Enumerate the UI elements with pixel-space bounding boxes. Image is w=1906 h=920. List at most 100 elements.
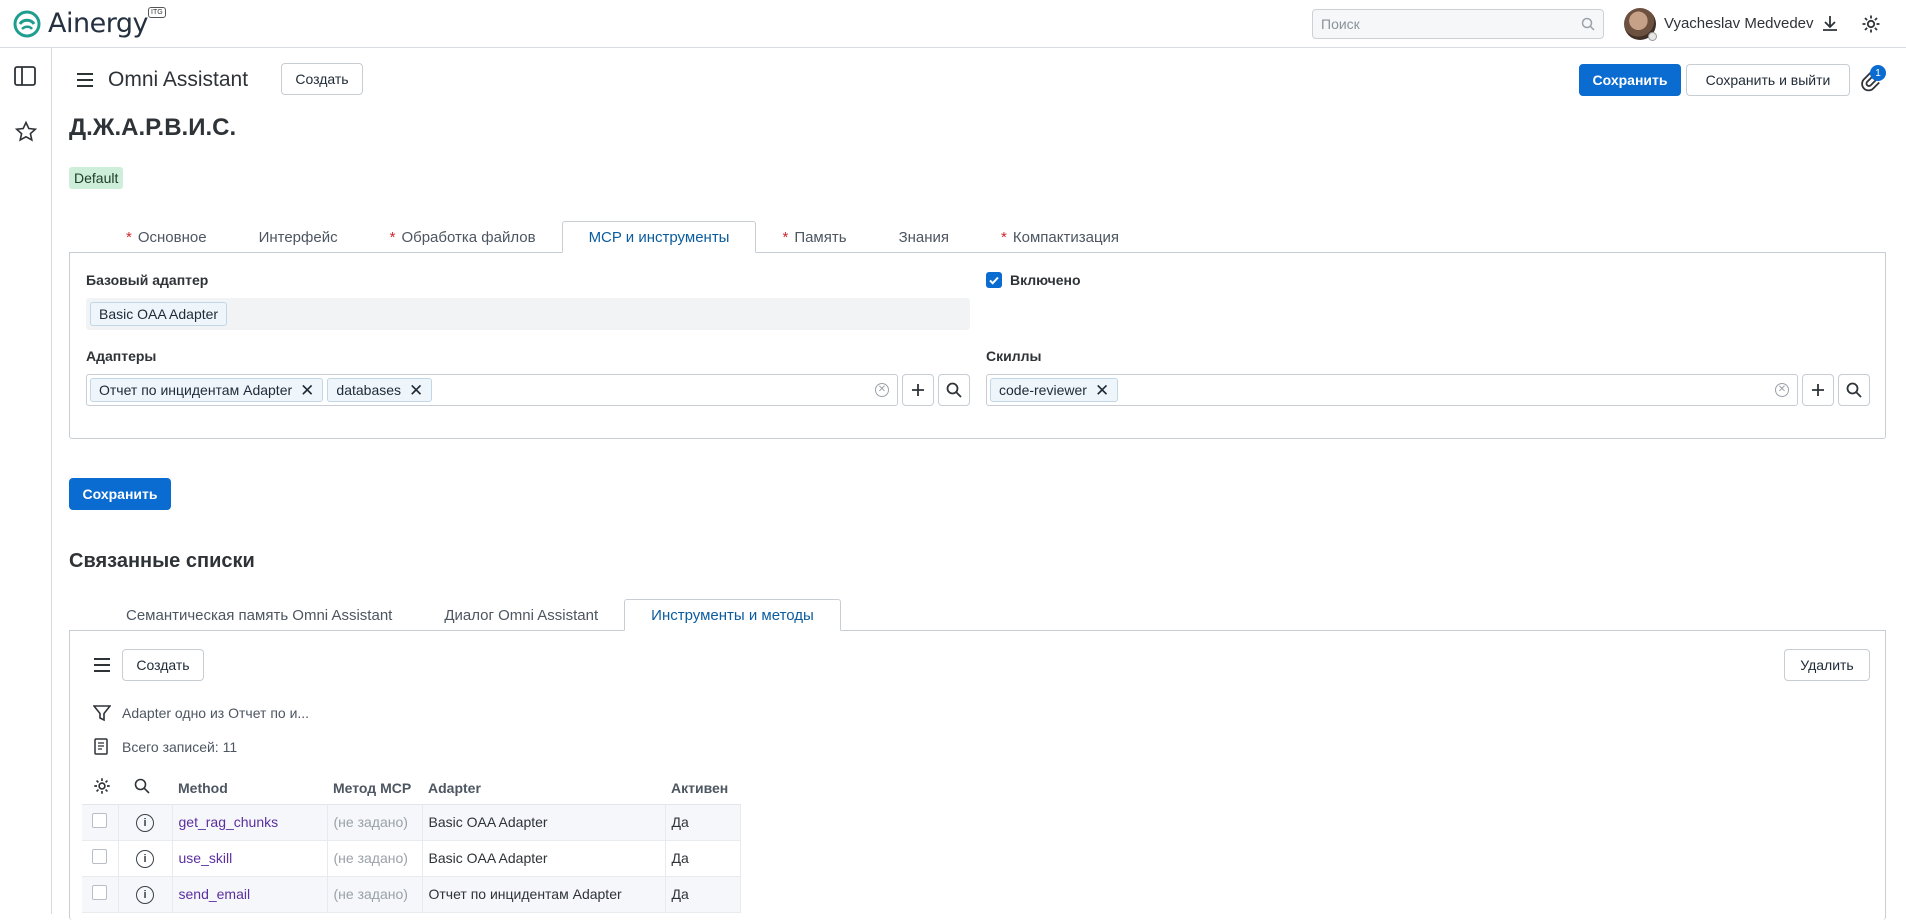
- tab-knowledge[interactable]: Знания: [873, 221, 975, 253]
- favorites-star-icon[interactable]: [14, 120, 38, 144]
- adapter-cell: Отчет по инцидентам Adapter: [422, 876, 666, 913]
- adapter-chip[interactable]: Отчет по инцидентам Adapter ✕: [90, 378, 324, 402]
- table-row: i get_rag_chunks (не задано) Basic OAA A…: [82, 804, 741, 841]
- create-button[interactable]: Создать: [281, 63, 363, 95]
- total-records: Всего записей: 11: [122, 739, 238, 755]
- enabled-checkbox[interactable]: [986, 272, 1002, 288]
- base-adapter-chip[interactable]: Basic OAA Adapter: [90, 302, 228, 326]
- save-form-button[interactable]: Сохранить: [69, 478, 171, 510]
- remove-chip-icon[interactable]: ✕: [1095, 382, 1109, 399]
- row-checkbox[interactable]: [92, 885, 108, 900]
- adapter-cell: Basic OAA Adapter: [422, 840, 666, 877]
- logo-badge: ITG: [148, 7, 166, 18]
- mcp-method-cell: (не задано): [327, 876, 423, 913]
- search-icon: [1581, 17, 1595, 31]
- skills-field[interactable]: code-reviewer ✕: [986, 374, 1798, 406]
- top-bar: Ainergy ITG Поиск Vyacheslav Medvedev: [0, 0, 1906, 48]
- filter-icon[interactable]: [93, 704, 111, 722]
- attachment-count-badge: 1: [1870, 65, 1886, 81]
- clear-adapters-icon[interactable]: ✕: [875, 383, 889, 397]
- adapter-cell: Basic OAA Adapter: [422, 804, 666, 841]
- plus-icon: [1812, 384, 1824, 396]
- checkmark-icon: [989, 276, 999, 285]
- clear-skills-icon[interactable]: ✕: [1775, 383, 1789, 397]
- mcp-tools-panel: [69, 252, 1886, 439]
- search-icon[interactable]: [134, 778, 150, 794]
- tab-basic[interactable]: * Основное: [100, 221, 233, 253]
- table-header-row: Method Метод MCP Adapter Активен: [82, 772, 740, 805]
- avatar[interactable]: [1624, 8, 1657, 41]
- column-header-active[interactable]: Активен: [665, 772, 740, 805]
- record-title: Д.Ж.А.Р.В.И.С.: [69, 114, 237, 141]
- info-icon[interactable]: i: [136, 885, 154, 904]
- form-tabs: * Основное Интерфейс * Обработка файлов MC…: [100, 221, 1145, 253]
- gear-icon[interactable]: [92, 776, 112, 796]
- gear-icon[interactable]: [1860, 13, 1882, 35]
- tab-tools-methods[interactable]: Инструменты и методы: [624, 599, 841, 631]
- enabled-label: Включено: [1010, 272, 1081, 288]
- info-icon[interactable]: i: [136, 849, 154, 868]
- search-icon: [946, 382, 962, 398]
- adapters-field[interactable]: Отчет по инцидентам Adapter ✕ databases ✕: [86, 374, 898, 406]
- search-input[interactable]: Поиск: [1312, 9, 1604, 39]
- method-link[interactable]: get_rag_chunks: [179, 814, 279, 830]
- tab-file-processing[interactable]: * Обработка файлов: [364, 221, 562, 253]
- user-name[interactable]: Vyacheslav Medvedev: [1664, 15, 1814, 32]
- add-adapter-button[interactable]: [902, 374, 934, 406]
- records-count-icon: [94, 738, 108, 755]
- active-cell: Да: [665, 804, 741, 841]
- column-header-method[interactable]: Method: [172, 772, 327, 805]
- add-skill-button[interactable]: [1802, 374, 1834, 406]
- lookup-skill-button[interactable]: [1838, 374, 1870, 406]
- save-and-exit-button[interactable]: Сохранить и выйти: [1686, 64, 1850, 96]
- tools-methods-table: Method Метод MCP Adapter Активен i get_r…: [82, 772, 741, 913]
- table-row: i use_skill (не задано) Basic OAA Adapte…: [82, 840, 741, 877]
- mcp-method-cell: (не задано): [327, 804, 423, 841]
- tab-interface[interactable]: Интерфейс: [233, 221, 364, 253]
- search-icon: [1846, 382, 1862, 398]
- hamburger-menu-icon[interactable]: [76, 72, 94, 88]
- tab-memory[interactable]: * Память: [756, 221, 872, 253]
- info-icon[interactable]: i: [136, 813, 154, 832]
- column-settings[interactable]: [82, 772, 118, 805]
- skill-chip[interactable]: code-reviewer ✕: [990, 378, 1119, 402]
- search-placeholder: Поиск: [1321, 16, 1360, 32]
- remove-chip-icon[interactable]: ✕: [409, 382, 423, 399]
- table-row: i send_email (не задано) Отчет по инциде…: [82, 876, 741, 913]
- method-link[interactable]: use_skill: [179, 850, 233, 866]
- tab-mcp-tools[interactable]: MCP и инструменты: [561, 221, 757, 253]
- row-checkbox[interactable]: [92, 849, 108, 864]
- column-header-adapter[interactable]: Adapter: [422, 772, 665, 805]
- sidebar-toggle-icon[interactable]: [14, 66, 36, 86]
- method-link[interactable]: send_email: [179, 886, 251, 902]
- status-dot: [1648, 32, 1657, 41]
- logo-text: Ainergy: [48, 8, 148, 39]
- tab-dialog[interactable]: Диалог Omni Assistant: [418, 599, 624, 631]
- lookup-adapter-button[interactable]: [938, 374, 970, 406]
- adapter-chip[interactable]: databases ✕: [327, 378, 433, 402]
- related-tabs: Семантическая память Omni Assistant Диал…: [100, 599, 841, 631]
- related-create-button[interactable]: Создать: [122, 649, 204, 681]
- download-icon[interactable]: [1820, 13, 1840, 33]
- delete-button[interactable]: Удалить: [1784, 649, 1870, 681]
- tab-compaction[interactable]: * Компактизация: [975, 221, 1145, 253]
- skills-label: Скиллы: [986, 348, 1042, 364]
- save-button[interactable]: Сохранить: [1579, 64, 1681, 96]
- ainergy-logo-icon: [13, 10, 41, 37]
- list-menu-icon[interactable]: [93, 657, 111, 673]
- related-lists-heading: Связанные списки: [69, 550, 255, 572]
- left-sidebar: [0, 48, 52, 914]
- column-header-mcp-method[interactable]: Метод MCP: [327, 772, 422, 805]
- row-checkbox[interactable]: [92, 813, 108, 828]
- base-adapter-label: Базовый адаптер: [86, 272, 209, 288]
- base-adapter-field: Basic OAA Adapter: [86, 298, 970, 330]
- status-badge: Default: [69, 167, 124, 189]
- tab-semantic-memory[interactable]: Семантическая память Omni Assistant: [100, 599, 418, 631]
- active-cell: Да: [665, 876, 741, 913]
- mcp-method-cell: (не задано): [327, 840, 423, 877]
- column-search[interactable]: [118, 772, 172, 805]
- app-logo[interactable]: Ainergy: [12, 8, 148, 39]
- plus-icon: [912, 384, 924, 396]
- remove-chip-icon[interactable]: ✕: [300, 382, 314, 399]
- filter-condition[interactable]: Adapter одно из Отчет по и...: [122, 705, 309, 721]
